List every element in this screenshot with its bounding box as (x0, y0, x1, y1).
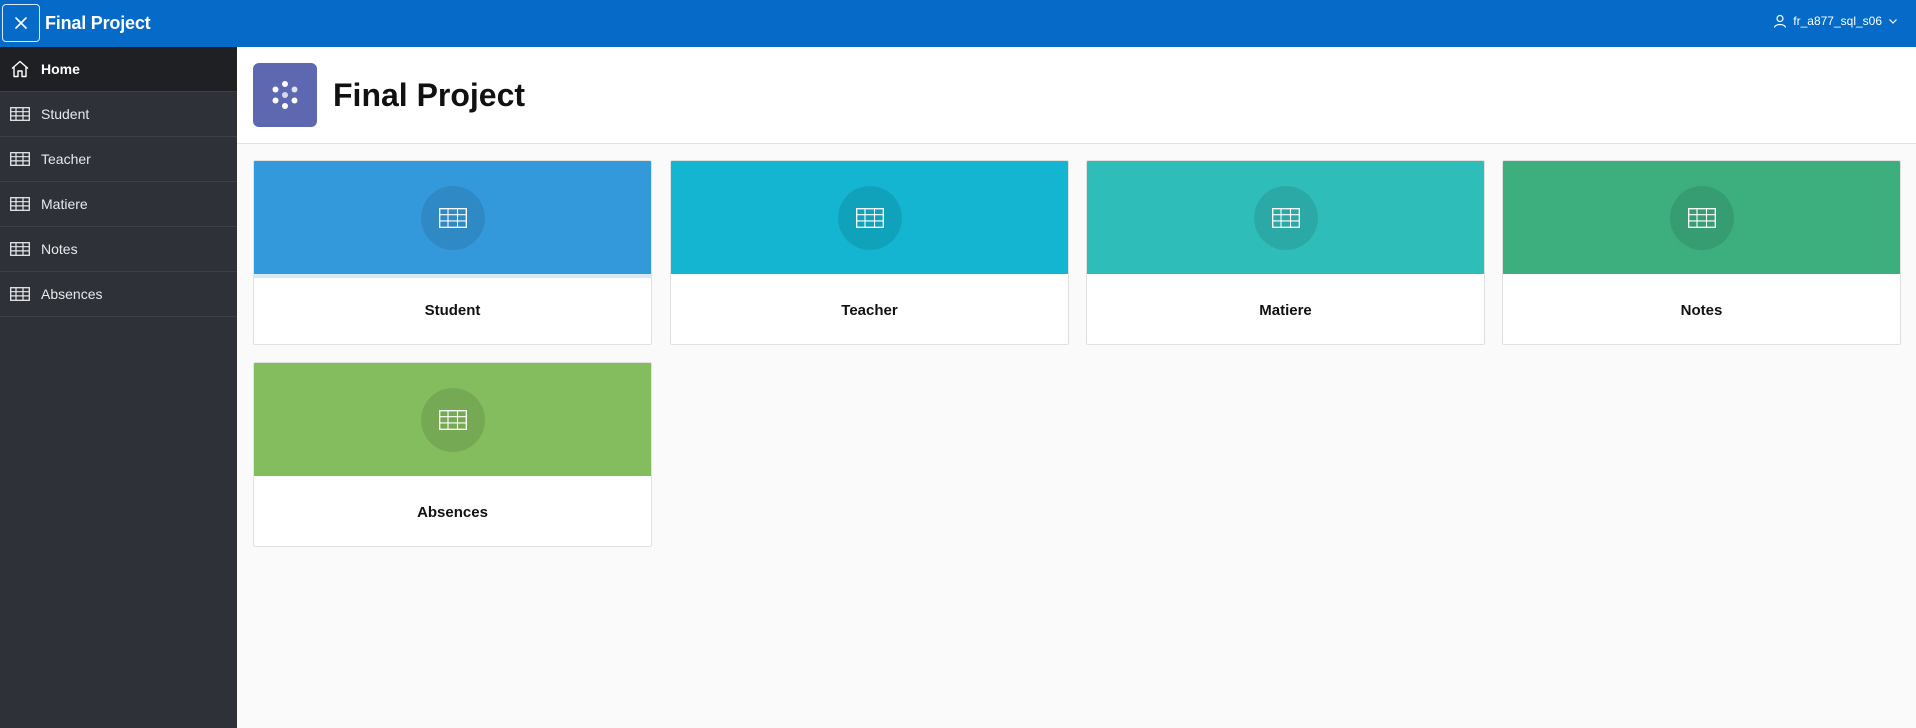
card-student[interactable]: Student (253, 160, 652, 345)
page-title: Final Project (333, 77, 526, 113)
top-navigation-bar: Final Project fr_a877_sql_s06 (0, 0, 1916, 47)
table-icon (438, 409, 467, 430)
sidebar-item-label: Notes (41, 241, 78, 257)
close-icon (15, 17, 27, 29)
sidebar-item-label: Matiere (41, 196, 88, 212)
navigation-toggle-button[interactable] (2, 4, 40, 42)
table-icon (0, 107, 40, 121)
card-matiere[interactable]: Matiere (1086, 160, 1485, 345)
card-header (671, 161, 1068, 274)
table-icon (0, 287, 40, 301)
table-icon (0, 152, 40, 166)
table-icon (855, 207, 884, 228)
card-icon-circle (1669, 185, 1734, 250)
sidebar-item-absences[interactable]: Absences (0, 272, 237, 317)
sidebar-item-label: Teacher (41, 151, 91, 167)
sidebar-item-label: Student (41, 106, 90, 122)
table-icon (438, 207, 467, 228)
app-logo-icon (253, 63, 317, 127)
card-icon-circle (1253, 185, 1318, 250)
sidebar-item-label: Absences (41, 286, 103, 302)
table-icon (1687, 207, 1716, 228)
card-header (254, 363, 651, 476)
main-content: Final Project Student Teacher Matiere No… (237, 47, 1916, 728)
sidebar-navigation: Home Student Teacher Matiere Notes Absen… (0, 47, 237, 728)
card-title: Matiere (1259, 302, 1312, 319)
card-title: Notes (1680, 302, 1723, 319)
card-header (254, 161, 651, 274)
card-title: Teacher (841, 302, 898, 319)
chevron-down-icon (1889, 19, 1897, 24)
card-icon-circle (837, 185, 902, 250)
app-title[interactable]: Final Project (45, 13, 151, 34)
sidebar-item-home[interactable]: Home (0, 47, 237, 92)
card-icon-circle (420, 185, 485, 250)
card-title: Student (424, 302, 481, 319)
sidebar-item-label: Home (41, 61, 80, 77)
table-icon (0, 197, 40, 211)
sidebar-item-notes[interactable]: Notes (0, 227, 237, 272)
card-header (1503, 161, 1900, 274)
card-title: Absences (417, 504, 488, 521)
card-teacher[interactable]: Teacher (670, 160, 1069, 345)
user-name: fr_a877_sql_s06 (1793, 14, 1882, 28)
card-absences[interactable]: Absences (253, 362, 652, 547)
card-highlight-bar (254, 274, 651, 278)
sidebar-item-matiere[interactable]: Matiere (0, 182, 237, 227)
card-header (1087, 161, 1484, 274)
user-menu[interactable]: fr_a877_sql_s06 (1773, 14, 1898, 28)
sidebar-item-teacher[interactable]: Teacher (0, 137, 237, 182)
user-icon (1774, 14, 1787, 28)
table-icon (0, 242, 40, 256)
sidebar-item-student[interactable]: Student (0, 92, 237, 137)
table-icon (1271, 207, 1300, 228)
home-icon (0, 60, 40, 78)
card-icon-circle (420, 387, 485, 452)
page-header: Final Project (237, 47, 1916, 144)
card-notes[interactable]: Notes (1502, 160, 1901, 345)
